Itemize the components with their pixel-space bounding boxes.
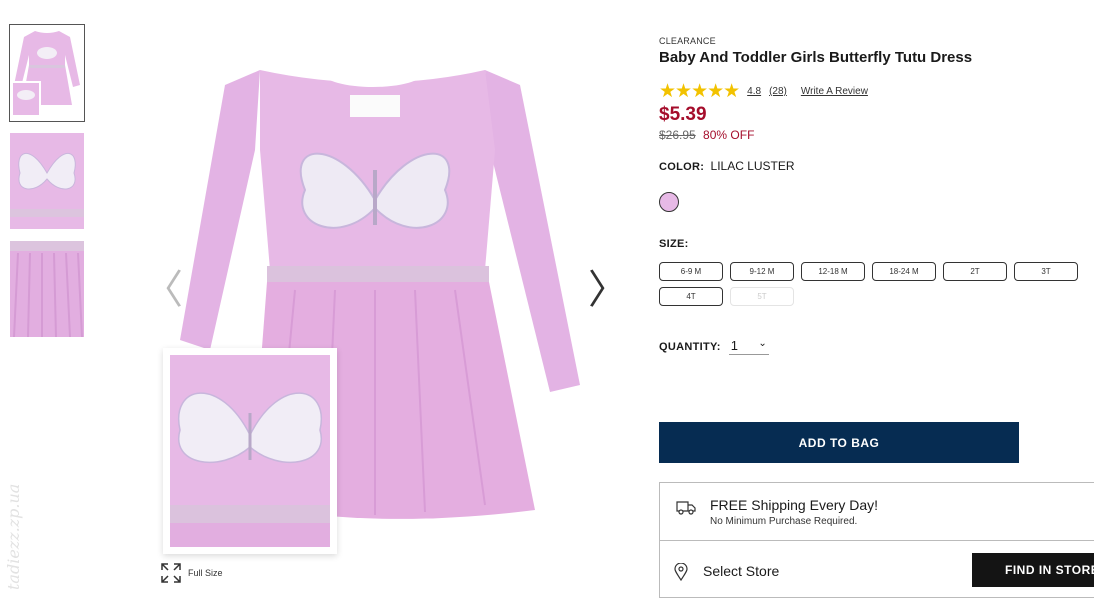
truck-icon <box>676 501 696 515</box>
original-price: $26.95 <box>659 128 696 142</box>
color-label: COLOR: <box>659 161 705 173</box>
review-count-link[interactable]: (28) <box>769 86 787 97</box>
size-option-3t[interactable]: 3T <box>1014 262 1078 281</box>
thumbnail-list <box>9 24 85 349</box>
size-option-9-12m[interactable]: 9-12 M <box>730 262 794 281</box>
original-price-row: $26.95 80% OFF <box>659 128 1089 142</box>
select-store-link[interactable]: Select Store <box>703 563 779 579</box>
size-option-6-9m[interactable]: 6-9 M <box>659 262 723 281</box>
shipping-title: FREE Shipping Every Day! <box>710 497 879 513</box>
quantity-value: 1 <box>730 338 739 353</box>
chevron-down-icon: ⌄ <box>758 338 767 349</box>
rating-value-link[interactable]: 4.8 <box>747 86 761 97</box>
color-row: COLOR: LILAC LUSTER <box>659 159 1089 173</box>
find-in-store-button[interactable]: FIND IN STORE <box>972 553 1094 587</box>
location-pin-icon <box>674 563 688 581</box>
product-title: Baby And Toddler Girls Butterfly Tutu Dr… <box>659 49 973 66</box>
next-image-arrow[interactable]: 〉 <box>588 270 628 310</box>
star-rating-icon: ★★★★★ <box>659 80 740 102</box>
quantity-select[interactable]: 1 ⌄ <box>728 338 769 355</box>
color-swatch-lilac[interactable] <box>659 192 679 212</box>
thumbnail-2[interactable] <box>10 133 84 229</box>
thumbnail-3[interactable] <box>10 241 84 337</box>
zoom-inset <box>163 348 337 554</box>
shipping-subtitle: No Minimum Purchase Required. <box>710 516 858 527</box>
size-option-12-18m[interactable]: 12-18 M <box>801 262 865 281</box>
full-size-button[interactable]: Full Size <box>160 562 223 584</box>
store-row: Select Store FIND IN STORE <box>660 541 1094 598</box>
butterfly-closeup-thumbnail <box>10 133 84 229</box>
sale-price: $5.39 <box>659 104 707 125</box>
color-value: LILAC LUSTER <box>710 159 795 173</box>
size-label: SIZE: <box>659 238 689 250</box>
quantity-label: QUANTITY: <box>659 340 721 353</box>
expand-icon <box>161 563 181 583</box>
rating-row: ★★★★★ 4.8 (28) Write A Review <box>659 82 1089 101</box>
discount-badge: 80% OFF <box>703 128 755 142</box>
size-option-5t: 5T <box>730 287 794 306</box>
size-option-4t[interactable]: 4T <box>659 287 723 306</box>
write-review-link[interactable]: Write A Review <box>801 86 868 97</box>
add-to-bag-button[interactable]: ADD TO BAG <box>659 422 1019 463</box>
thumbnail-1[interactable] <box>9 24 85 122</box>
quantity-row: QUANTITY: 1 ⌄ <box>659 338 1089 355</box>
clearance-badge: CLEARANCE <box>659 36 716 46</box>
size-option-2t[interactable]: 2T <box>943 262 1007 281</box>
shipping-store-box: FREE Shipping Every Day! No Minimum Purc… <box>659 482 1094 598</box>
product-info: CLEARANCE Baby And Toddler Girls Butterf… <box>659 36 1089 355</box>
butterfly-zoom-image <box>170 355 330 547</box>
watermark: tadiezz.zp.ua <box>4 483 23 590</box>
prev-image-arrow[interactable]: 〈 <box>143 270 183 310</box>
tutu-closeup-thumbnail <box>10 241 84 337</box>
size-option-18-24m[interactable]: 18-24 M <box>872 262 936 281</box>
shipping-row: FREE Shipping Every Day! No Minimum Purc… <box>660 483 1094 541</box>
size-options: 6-9 M 9-12 M 12-18 M 18-24 M 2T 3T 4T 5T <box>659 262 1089 306</box>
full-size-label: Full Size <box>188 568 223 578</box>
dress-thumbnail-image <box>10 25 84 121</box>
